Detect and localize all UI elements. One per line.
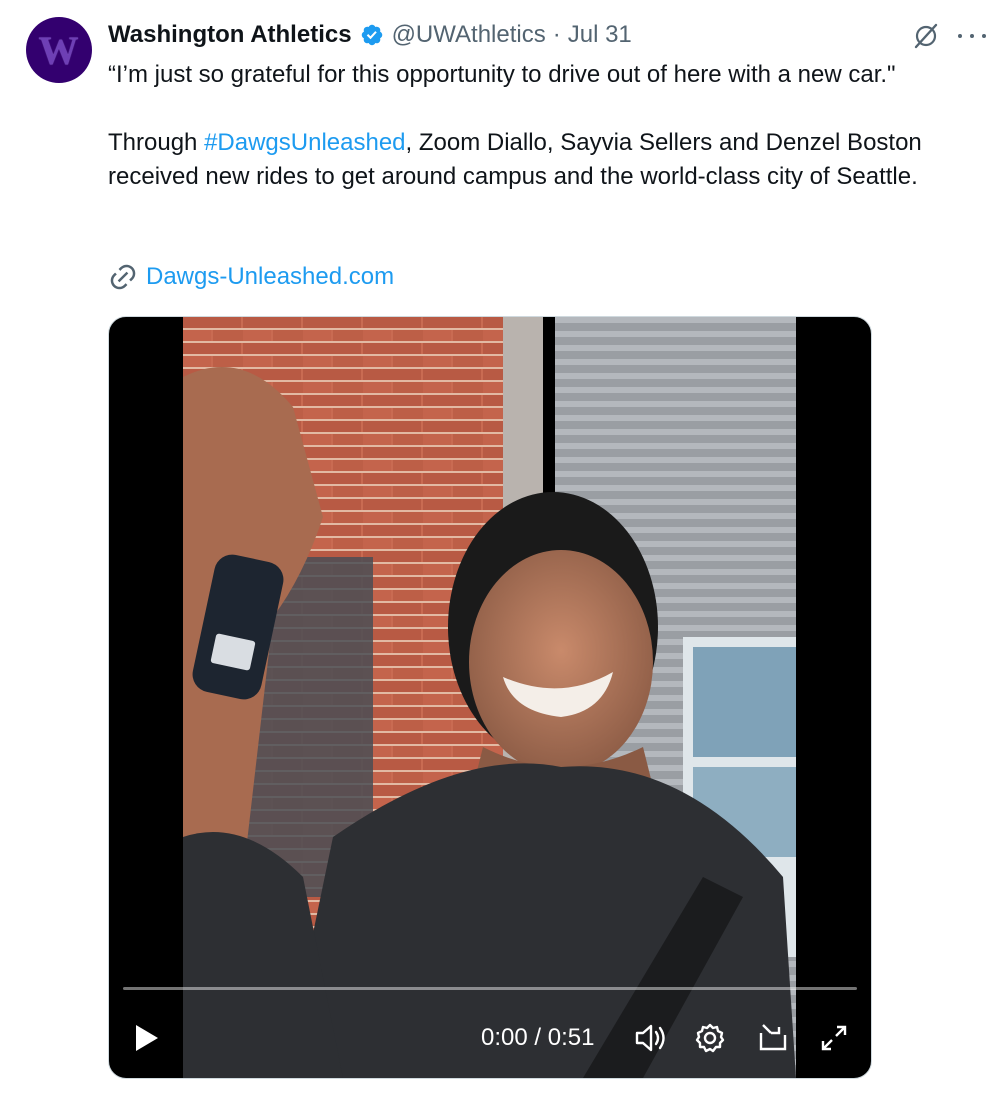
text-before-hashtag: Through (108, 129, 205, 156)
tweet-text-line1: “I’m just so grateful for this opportuni… (108, 61, 896, 88)
video-controls: 0:00 / 0:51 (109, 1008, 871, 1078)
video-progress-track[interactable] (123, 987, 857, 990)
tweet-text-paragraph2: Through #DawgsUnleashed, Zoom Diallo, Sa… (108, 126, 998, 194)
fullscreen-icon (821, 1025, 847, 1051)
video-player[interactable]: 0:00 / 0:51 (108, 316, 872, 1079)
link-text: Dawgs-Unleashed.com (146, 263, 395, 290)
settings-button[interactable] (693, 1008, 727, 1068)
hashtag-link[interactable]: #DawgsUnleashed (204, 129, 405, 156)
verified-badge-icon (361, 24, 382, 46)
volume-button[interactable] (633, 1008, 669, 1068)
avatar-letter: W (38, 27, 79, 73)
tweet-text: “I’m just so grateful for this opportuni… (108, 58, 998, 194)
author-avatar[interactable]: W (26, 17, 92, 83)
tweet-date[interactable]: Jul 31 (568, 21, 632, 49)
grok-icon[interactable] (912, 22, 940, 50)
picture-in-picture-icon (759, 1024, 787, 1051)
fullscreen-button[interactable] (819, 1008, 849, 1068)
author-name[interactable]: Washington Athletics (108, 21, 352, 49)
more-dot (982, 34, 986, 38)
play-icon (136, 1025, 158, 1051)
gear-icon (695, 1023, 725, 1053)
video-time: 0:00 / 0:51 (481, 1008, 594, 1068)
external-link[interactable]: Dawgs-Unleashed.com (108, 260, 394, 294)
play-button[interactable] (133, 1008, 161, 1068)
volume-icon (635, 1024, 665, 1052)
more-dot (958, 34, 962, 38)
more-dot (970, 34, 974, 38)
header-separator: · (552, 21, 561, 48)
current-time: 0:00 (481, 1024, 528, 1051)
more-icon[interactable] (958, 22, 986, 50)
tweet-header: Washington Athletics @UWAthletics · Jul … (108, 18, 632, 52)
time-separator: / (527, 1024, 548, 1051)
duration: 0:51 (547, 1024, 595, 1051)
author-handle[interactable]: @UWAthletics (392, 21, 546, 49)
pip-button[interactable] (757, 1008, 791, 1068)
link-icon (110, 264, 136, 290)
video-frame (183, 317, 796, 1078)
